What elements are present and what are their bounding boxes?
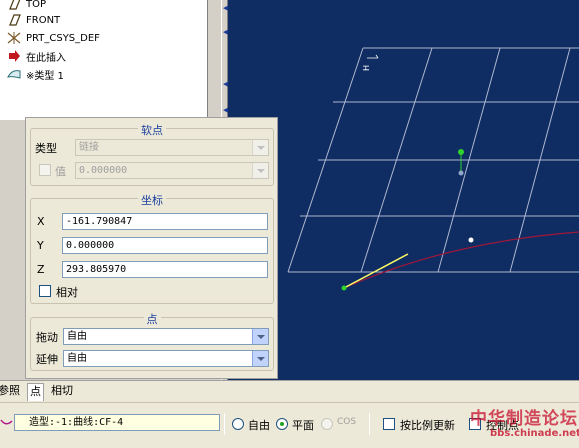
chevron-down-icon[interactable] [252, 351, 268, 366]
csys-icon [6, 31, 22, 45]
radio-plane-label: 平面 [292, 419, 314, 432]
radio-cos [321, 418, 333, 430]
y-label: Y [37, 239, 44, 252]
soft-point-handle[interactable] [458, 149, 464, 155]
tab-tangent[interactable]: 相切 [49, 383, 75, 401]
plane-tag: H [362, 54, 379, 71]
curve-reference-collector[interactable]: 造型:-1:曲线:CF-4 [14, 414, 220, 431]
z-label: Z [37, 263, 45, 276]
graphics-window[interactable]: H [228, 0, 579, 380]
x-field[interactable]: -161.790847 [62, 213, 268, 230]
separator [224, 413, 225, 435]
tree-item-top[interactable]: TOP [6, 0, 46, 12]
radio-plane[interactable] [276, 418, 288, 430]
tab-references[interactable]: 参照 [0, 383, 22, 401]
extend-label: 延伸 [36, 353, 58, 366]
bottom-dashboard: 造型:-1:曲线:CF-4 自由 平面 COS 按比例更新 控制点 [0, 402, 579, 448]
tree-item-style[interactable]: ※类型 1 [6, 66, 64, 82]
style-curve[interactable] [343, 231, 579, 289]
relative-checkbox[interactable] [39, 285, 51, 297]
type-select-value: 链接 [79, 142, 99, 153]
x-label: X [37, 215, 45, 228]
type-select: 链接 [75, 139, 269, 156]
drag-select[interactable]: 自由 [63, 328, 269, 345]
insert-here-arrow-icon [6, 49, 22, 63]
point-properties-panel: 软点 类型 链接 值 0.000000 坐标 X -161.790847 Y 0… [25, 117, 278, 379]
datum-plane-icon [6, 0, 22, 11]
curve-icon [0, 419, 13, 425]
point-group: 点 拖动 自由 延伸 自由 [30, 313, 274, 371]
soft-point-group: 软点 类型 链接 值 0.000000 [30, 124, 274, 186]
control-points-label: 控制点 [486, 419, 519, 432]
coordinates-group: 坐标 X -161.790847 Y 0.000000 Z 293.805970… [30, 194, 274, 304]
style-feature-icon [6, 67, 22, 81]
curve-interior-point[interactable] [468, 237, 474, 243]
tab-point[interactable]: 点 [27, 383, 44, 401]
value-field-value: 0.000000 [79, 165, 128, 176]
plane-tag-label: H [362, 65, 371, 71]
y-field[interactable]: 0.000000 [62, 237, 268, 254]
tree-scrollbar[interactable] [207, 0, 221, 120]
active-plane-grid [287, 47, 579, 273]
relative-label: 相对 [56, 286, 78, 299]
drag-select-value: 自由 [67, 331, 87, 342]
soft-point-title: 软点 [138, 124, 166, 137]
model-view[interactable]: H [228, 0, 579, 380]
tree-item-csys[interactable]: PRT_CSYS_DEF [6, 30, 100, 46]
separator [369, 413, 370, 435]
chevron-down-icon[interactable] [252, 329, 268, 344]
value-field: 0.000000 [75, 162, 269, 179]
control-points-checkbox[interactable] [469, 418, 481, 430]
value-label: 值 [55, 165, 66, 178]
dashboard-tabs: 参照 点 相切 [0, 380, 579, 402]
drag-label: 拖动 [36, 331, 58, 344]
tree-item-insert-here[interactable]: 在此插入 [6, 48, 66, 64]
soft-point-projection [458, 170, 464, 176]
tangent-segment[interactable] [343, 253, 409, 289]
radio-free-label: 自由 [248, 419, 270, 432]
radio-free[interactable] [232, 418, 244, 430]
type-label: 类型 [35, 142, 57, 155]
coordinates-title: 坐标 [138, 194, 166, 207]
chevron-down-icon [252, 140, 268, 155]
extend-select[interactable]: 自由 [63, 350, 269, 367]
curve-start-point[interactable] [341, 285, 347, 291]
z-field[interactable]: 293.805970 [62, 261, 268, 278]
value-checkbox [39, 164, 51, 176]
scale-update-label: 按比例更新 [400, 419, 455, 432]
point-title: 点 [143, 313, 161, 326]
tree-item-front[interactable]: FRONT [6, 12, 60, 28]
radio-cos-label: COS [337, 417, 357, 427]
model-tree: TOP FRONT PRT_CSYS_DEF 在此插入 ※类型 1 [0, 0, 207, 120]
extend-select-value: 自由 [67, 353, 87, 364]
chevron-down-icon [252, 163, 268, 178]
datum-plane-icon [6, 13, 22, 27]
scale-update-checkbox[interactable] [383, 418, 395, 430]
